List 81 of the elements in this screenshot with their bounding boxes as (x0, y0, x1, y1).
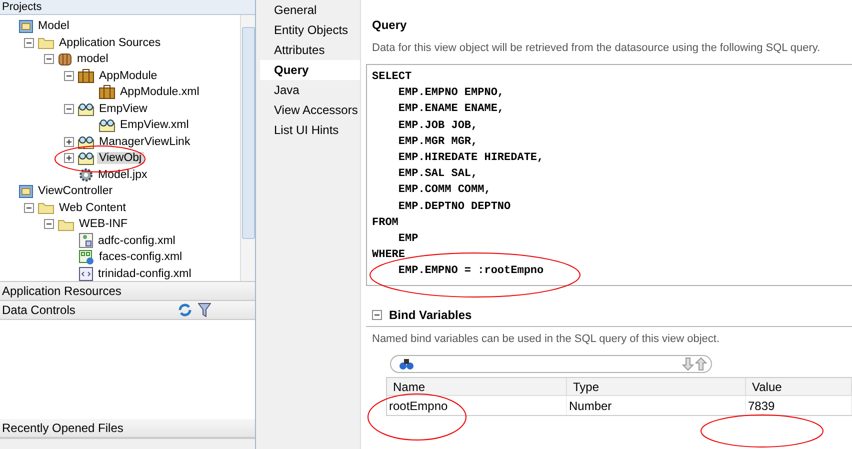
briefcase-icon (99, 85, 115, 100)
tree-item[interactable]: ManagerViewLink (97, 136, 192, 148)
section-title: Bind Variables (389, 308, 472, 322)
nav-tab[interactable]: Attributes (260, 40, 360, 60)
project-folder-icon (19, 20, 33, 33)
tree-item[interactable]: AppModule.xml (118, 86, 202, 98)
tree-item[interactable]: Model (36, 20, 72, 32)
expand-toggle-icon[interactable] (64, 136, 74, 147)
refresh-icon[interactable] (178, 303, 192, 317)
table-cell: rootEmpno (387, 396, 567, 415)
section-title: Query (371, 18, 408, 34)
arrow-down-icon[interactable] (682, 357, 694, 371)
nav-tab[interactable]: Java (260, 80, 360, 100)
glasses-icon (78, 102, 94, 116)
binoculars-icon[interactable] (399, 358, 414, 370)
tree-item[interactable]: ViewController (36, 185, 115, 198)
description-text: Data for this view object will be retrieved from the datasource using the following SQL query. (371, 42, 822, 56)
briefcase-icon (78, 68, 94, 83)
tree-item[interactable]: Model.jpx (96, 168, 150, 181)
nav-tab[interactable]: View Accessors (260, 100, 360, 120)
collapse-toggle-icon[interactable] (24, 202, 34, 213)
folder-icon (58, 218, 74, 231)
code-line: EMP.MGR MGR, (397, 136, 479, 150)
code-line: EMP.ENAME ENAME, (397, 103, 506, 118)
collapse-toggle-icon[interactable] (64, 104, 74, 114)
code-line: EMP.EMPNO EMPNO, (397, 87, 506, 102)
gear-icon (79, 168, 93, 182)
nav-tab[interactable]: Entity Objects (260, 20, 360, 40)
tree-item[interactable]: AppModule (97, 70, 160, 82)
code-line: EMP.HIREDATE HIREDATE, (397, 152, 545, 166)
code-file-icon (79, 266, 93, 281)
tree-item[interactable]: Application Sources (57, 36, 163, 49)
nav-tab[interactable]: List UI Hints (260, 120, 360, 140)
diagram-file-icon (79, 233, 93, 248)
filter-icon[interactable] (198, 303, 211, 317)
panel-title: Projects (2, 1, 42, 13)
section-header[interactable]: Recently Opened Files (0, 419, 255, 438)
code-line: EMP.COMM COMM, (397, 184, 492, 198)
collapse-toggle-icon[interactable] (64, 70, 74, 81)
code-line: WHERE (372, 249, 406, 264)
expand-toggle-icon[interactable] (64, 153, 74, 164)
glasses-icon (78, 151, 94, 166)
tree-item[interactable]: trinidad-config.xml (96, 268, 194, 280)
table-cell: Number (567, 396, 746, 415)
tree-item[interactable]: faces-config.xml (97, 251, 184, 264)
code-line: EMP.DEPTNO DEPTNO (397, 200, 512, 214)
code-line: EMP.EMPNO = :rootEmpno (397, 265, 545, 280)
glasses-icon (99, 118, 115, 132)
code-line: EMP.SAL SAL, (397, 168, 479, 182)
tree-item[interactable]: adfc-config.xml (96, 234, 178, 247)
code-line: EMP.JOB JOB, (397, 120, 479, 134)
tree-item[interactable]: WEB-INF (77, 218, 130, 230)
tree-item[interactable]: Web Content (57, 202, 128, 214)
nav-tab[interactable]: Query (260, 60, 360, 80)
grid-globe-icon (79, 250, 94, 265)
table-cell: 7839 (746, 396, 852, 415)
nav-tab[interactable]: General (260, 0, 360, 20)
column-header[interactable]: Type (567, 378, 746, 396)
collapse-toggle-icon[interactable] (372, 310, 382, 320)
sql-editor[interactable]: SELECT EMP.EMPNO EMPNO, EMP.ENAME ENAME, EMP.JOB JOB, EMP.MGR MGR, EMP.HIREDATE HIREDATE, EMP.SAL SAL, EMP.COMM COMM, EMP.DEPTNO DEPTNO FROM EMP WHERE EMP.EMPNO = :rootEmpno (366, 64, 852, 286)
project-folder-icon (19, 184, 33, 198)
scrollbar[interactable] (240, 15, 255, 281)
section-header[interactable]: Application Resources (0, 282, 255, 301)
code-line: FROM (372, 216, 400, 231)
column-header[interactable]: Name (387, 378, 567, 396)
code-line: EMP (397, 232, 420, 247)
tree-item[interactable]: EmpView (97, 102, 150, 115)
code-line: SELECT (372, 71, 413, 85)
collapse-toggle-icon[interactable] (44, 219, 54, 230)
collapse-toggle-icon[interactable] (24, 38, 34, 48)
column-header[interactable]: Value (746, 378, 852, 396)
tree-item[interactable]: model (75, 53, 110, 66)
folder-icon (38, 36, 54, 50)
tree-item[interactable]: EmpView.xml (118, 119, 191, 132)
section-header[interactable]: Data Controls (0, 301, 255, 320)
folder-icon (38, 201, 54, 214)
package-icon (58, 52, 72, 66)
tree-item[interactable]: ViewObj (97, 152, 144, 164)
description-text: Named bind variables can be used in the SQL query of this view object. (371, 333, 721, 347)
arrow-up-icon[interactable] (695, 357, 707, 371)
collapse-toggle-icon[interactable] (44, 54, 54, 64)
